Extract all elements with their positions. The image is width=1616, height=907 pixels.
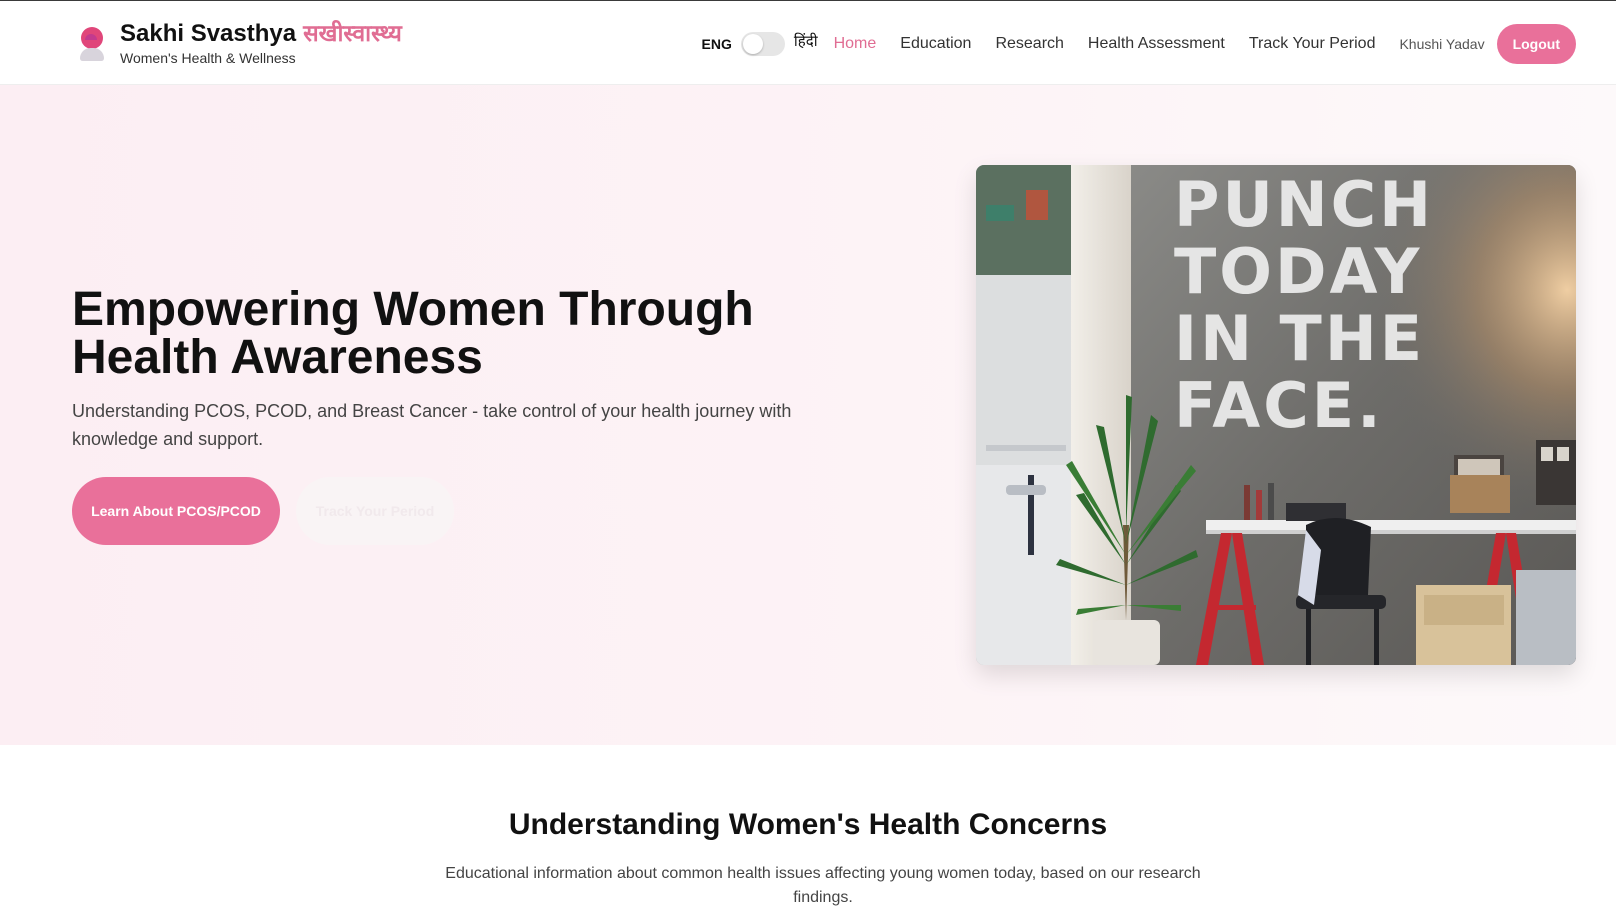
nav-link-home[interactable]: Home <box>834 35 877 53</box>
brand-name-hindi: सखीस्वास्थ्य <box>303 21 402 47</box>
track-your-period-button[interactable]: Track Your Period <box>296 477 454 545</box>
brand-logo-link[interactable]: Sakhi Svasthya सखीस्वास्थ्य Women's Heal… <box>78 19 402 66</box>
nav-link-track-your-period[interactable]: Track Your Period <box>1249 35 1376 53</box>
language-toggle-switch[interactable] <box>740 32 785 56</box>
woman-avatar-logo-icon <box>78 27 106 63</box>
hero-section: Empowering Women Through Health Awarenes… <box>0 85 1616 745</box>
language-label-english: ENG <box>701 36 732 52</box>
hero-description: Understanding PCOS, PCOD, and Breast Can… <box>72 401 792 449</box>
brand-title: Sakhi Svasthya सखीस्वास्थ्य <box>120 19 402 49</box>
site-header: Sakhi Svasthya सखीस्वास्थ्य Women's Heal… <box>0 0 1616 85</box>
language-label-hindi: हिंदी <box>793 32 818 50</box>
nav-link-research[interactable]: Research <box>995 35 1063 53</box>
brand-text: Sakhi Svasthya सखीस्वास्थ्य Women's Heal… <box>120 19 402 66</box>
nav-link-education[interactable]: Education <box>900 35 971 53</box>
logout-button[interactable]: Logout <box>1496 24 1576 64</box>
wall-mural-text: PUNCH TODAY IN THE FACE. <box>1174 168 1435 442</box>
learn-about-pcos-button[interactable]: Learn About PCOS/PCOD <box>72 477 280 545</box>
main-nav: ENG हिंदी Home Education Research Health… <box>702 24 1576 64</box>
hero-workspace-photo: PUNCH TODAY IN THE FACE. <box>976 165 1576 665</box>
user-name: Khushi Yadav <box>1399 36 1485 52</box>
brand-tagline: Women's Health & Wellness <box>120 50 296 66</box>
toggle-knob <box>742 34 763 54</box>
concerns-section-description: Educational information about common hea… <box>445 865 1201 906</box>
concerns-section-title: Understanding Women's Health Concerns <box>508 808 1108 841</box>
hero-title: Empowering Women Through Health Awarenes… <box>72 283 754 384</box>
nav-link-health-assessment[interactable]: Health Assessment <box>1088 35 1225 53</box>
brand-name: Sakhi Svasthya <box>120 20 297 47</box>
